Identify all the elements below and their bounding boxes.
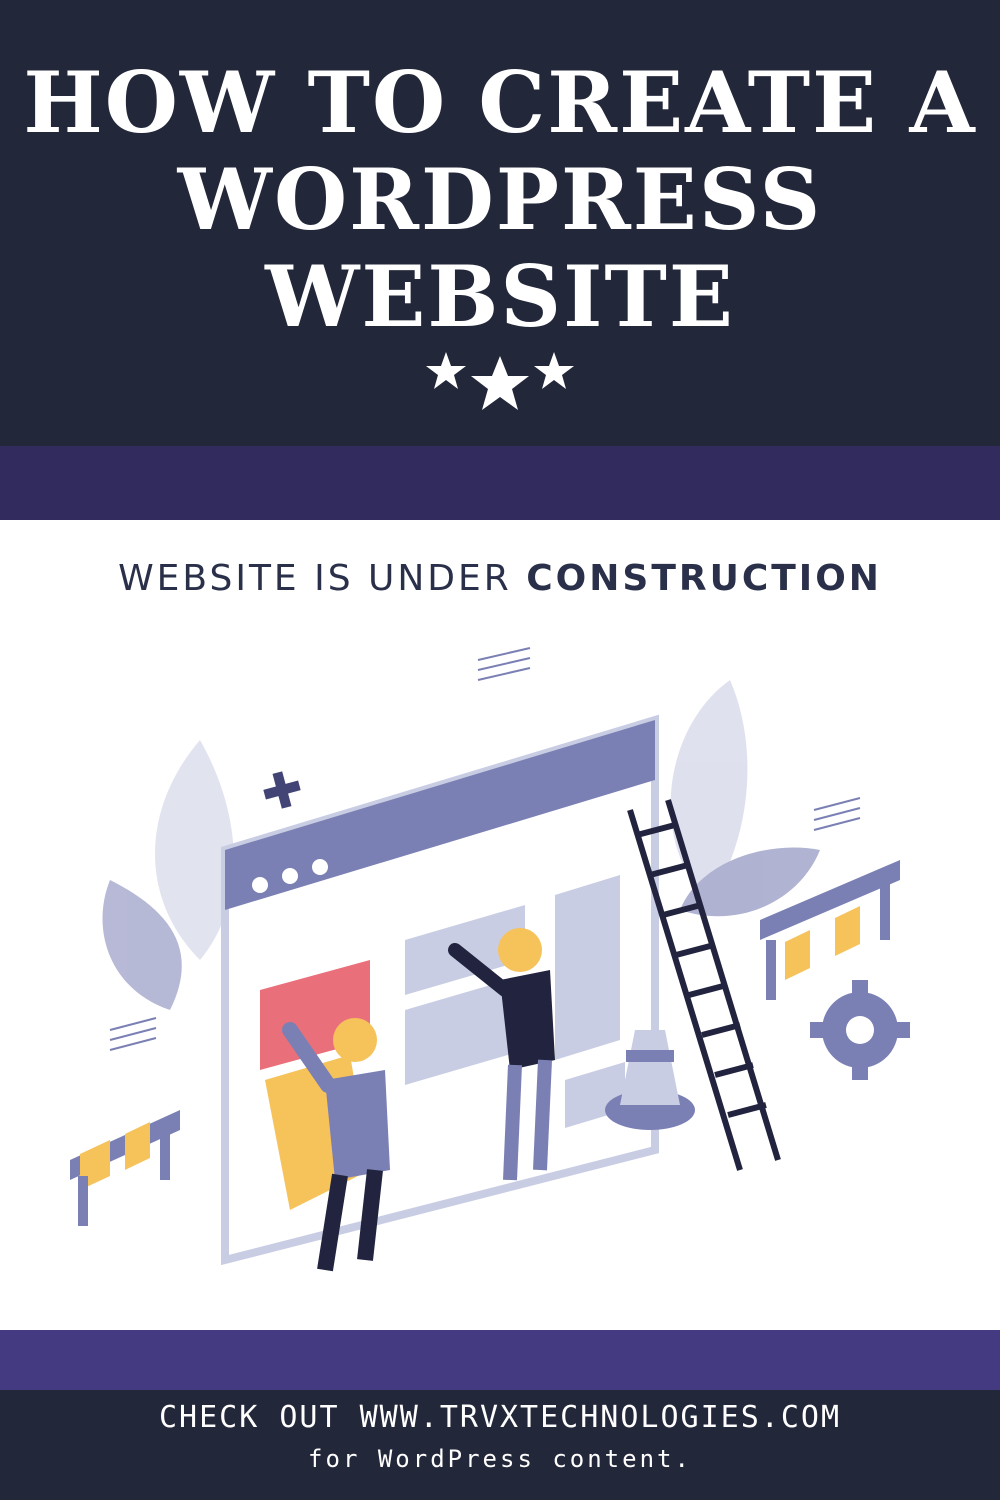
star-icon xyxy=(471,356,529,410)
footer: CHECK OUT WWW.TRVXTECHNOLOGIES.COM for W… xyxy=(0,1390,1000,1500)
title-line-3: WEBSITE xyxy=(265,247,735,346)
star-icon xyxy=(426,352,466,389)
title-line-1: HOW TO CREATE A xyxy=(23,53,977,152)
header-banner: HOW TO CREATE A WORDPRESS WEBSITE xyxy=(0,0,1000,446)
gear-icon xyxy=(810,980,910,1080)
footer-cta-url: CHECK OUT WWW.TRVXTECHNOLOGIES.COM xyxy=(158,1400,842,1435)
footer-cta-subtext: for WordPress content. xyxy=(308,1445,692,1473)
barrier-left-icon xyxy=(70,1110,180,1226)
illustration-panel: WEBSITE IS UNDER CONSTRUCTION xyxy=(0,520,1000,1330)
leaf-left-icon xyxy=(102,740,234,1010)
plus-icon xyxy=(263,771,301,809)
heading-bold-text: CONSTRUCTION xyxy=(526,558,882,599)
under-construction-heading: WEBSITE IS UNDER CONSTRUCTION xyxy=(0,558,1000,599)
construction-illustration xyxy=(70,647,910,1272)
star-icon xyxy=(534,352,574,389)
heading-regular-text: WEBSITE IS UNDER xyxy=(118,558,527,599)
title-line-2: WORDPRESS xyxy=(177,150,823,249)
three-stars-icon xyxy=(426,352,574,410)
decorative-band-top xyxy=(0,446,1000,520)
decorative-band-bottom xyxy=(0,1330,1000,1390)
